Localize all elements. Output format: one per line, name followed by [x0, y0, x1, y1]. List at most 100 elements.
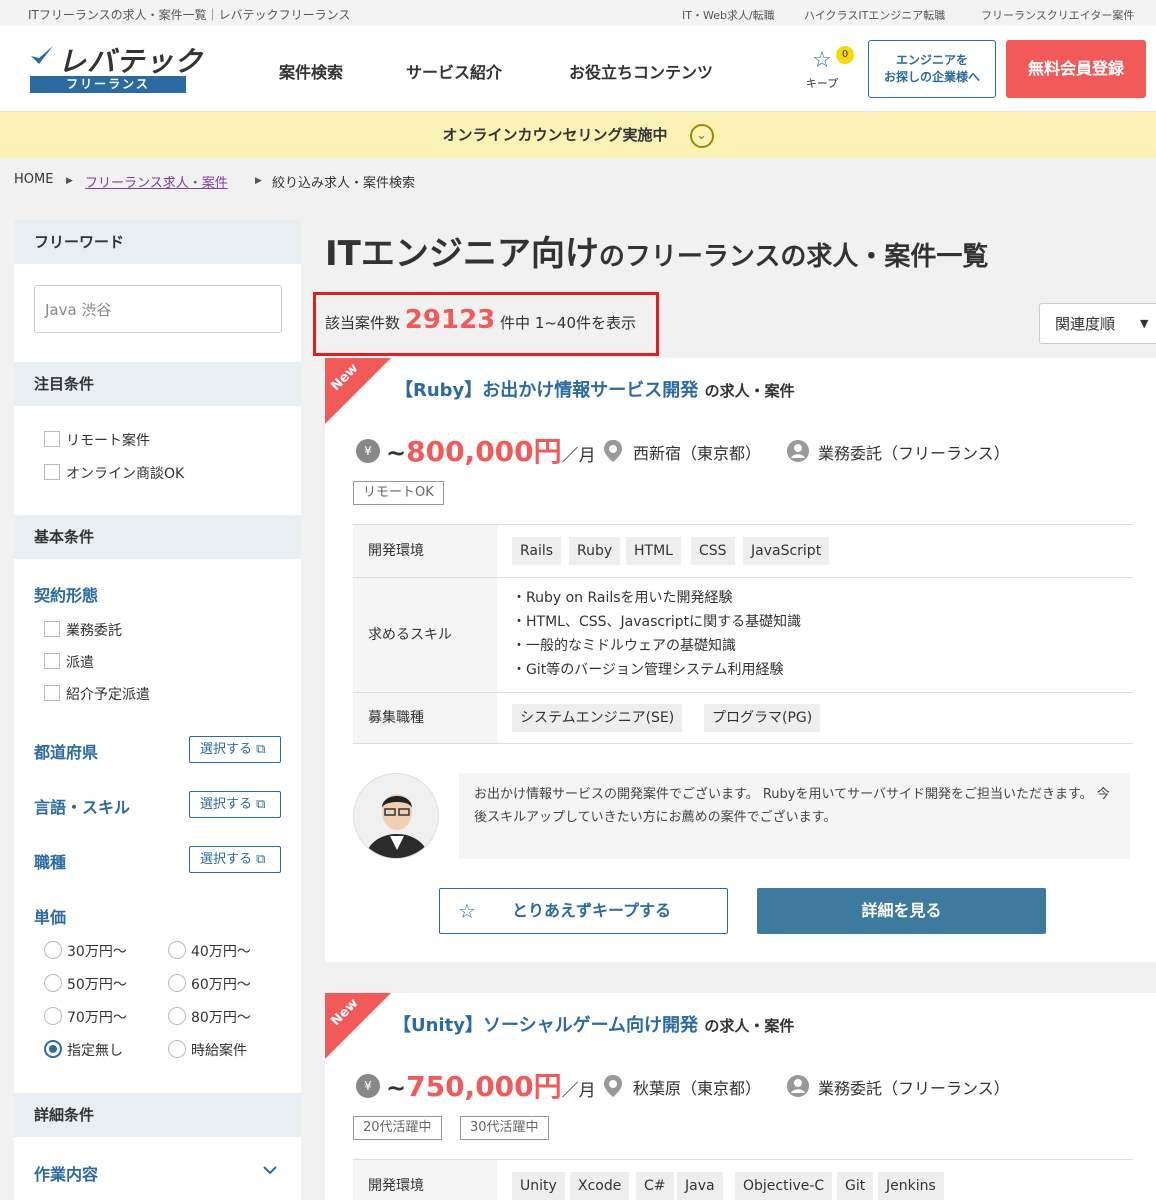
- job-card: New 【Unity】ソーシャルゲーム向け開発 の求人・案件 ¥ ~750,00…: [325, 993, 1156, 1200]
- sort-select[interactable]: 関連度順 ▼: [1039, 303, 1156, 344]
- logo-sub: フリーランス: [30, 76, 186, 93]
- role-chip: プログラマ(PG): [704, 704, 821, 732]
- select-label: 選択する: [200, 852, 253, 867]
- count-prefix: 該当案件数: [325, 314, 401, 332]
- role-label: 募集職種: [353, 693, 497, 743]
- job-location: 西新宿（東京都）: [633, 444, 762, 463]
- chevron-down-icon[interactable]: [262, 1164, 278, 1176]
- breadcrumb-freelance-link[interactable]: フリーランス求人・案件: [85, 176, 228, 191]
- price-tilde: ~: [386, 439, 407, 467]
- price-label-80: 80万円〜: [191, 1010, 251, 1026]
- online-checkbox[interactable]: [44, 464, 60, 480]
- price-radio-40[interactable]: [168, 941, 186, 959]
- job-title-text[interactable]: 【Ruby】お出かけ情報サービス開発: [395, 380, 698, 401]
- yen-icon: ¥: [356, 439, 380, 463]
- env-chip: JavaScript: [743, 537, 830, 565]
- corporate-button[interactable]: エンジニアを お探しの企業様へ: [868, 40, 996, 98]
- link-web-jobs[interactable]: IT・Web求人/転職: [682, 7, 775, 23]
- price-radio-60[interactable]: [168, 974, 186, 992]
- star-icon: ☆: [458, 899, 476, 923]
- job-price: ~800,000円／月: [386, 430, 596, 470]
- freeword-input[interactable]: Java 渋谷: [34, 285, 282, 333]
- env-chip: Ruby: [569, 537, 621, 565]
- price-label-60: 60万円〜: [191, 977, 251, 993]
- env-label: 開発環境: [353, 525, 497, 577]
- env-chip: Jenkins: [878, 1172, 944, 1200]
- job-select-button[interactable]: 選択する ⧉: [189, 846, 281, 873]
- register-button[interactable]: 無料会員登録: [1006, 40, 1146, 98]
- price-label-none: 指定無し: [67, 1043, 123, 1059]
- search-sidebar: フリーワード Java 渋谷 注目条件 リモート案件 オンライン商談OK 基本条…: [14, 220, 301, 1200]
- dispatch-label: 派遣: [66, 655, 94, 671]
- freeword-heading: フリーワード: [14, 220, 301, 264]
- link-creator[interactable]: フリーランスクリエイター案件: [981, 7, 1134, 23]
- intro-dispatch-checkbox[interactable]: [44, 685, 60, 701]
- job-tag: 20代活躍中: [353, 1116, 442, 1140]
- env-chip: Unity: [512, 1172, 565, 1200]
- advisor-comment: お出かけ情報サービスの開発案件でございます。 Rubyを用いてサーバサイド開発を…: [459, 773, 1130, 859]
- job-card: New 【Ruby】お出かけ情報サービス開発 の求人・案件 ¥ ~800,000…: [325, 358, 1156, 962]
- caret-down-icon: ▼: [1140, 317, 1149, 330]
- sort-label: 関連度順: [1055, 315, 1116, 333]
- contract-checkbox[interactable]: [44, 621, 60, 637]
- yen-icon: ¥: [356, 1074, 380, 1098]
- external-icon: ⧉: [256, 797, 266, 812]
- dispatch-checkbox[interactable]: [44, 653, 60, 669]
- job-title[interactable]: 【Ruby】お出かけ情報サービス開発 の求人・案件: [395, 376, 795, 402]
- work-heading: 作業内容: [34, 1165, 99, 1184]
- price-radio-hourly[interactable]: [168, 1040, 186, 1058]
- advisor-photo: [354, 774, 438, 858]
- remote-checkbox[interactable]: [44, 431, 60, 447]
- env-chip: CSS: [691, 537, 735, 565]
- crumb-arrow-icon: ▶: [66, 176, 73, 186]
- external-icon: ⧉: [256, 852, 266, 867]
- skill-select-button[interactable]: 選択する ⧉: [189, 791, 281, 818]
- keep-count-badge: 0: [836, 46, 854, 64]
- corp-line1: エンジニアを: [895, 53, 968, 67]
- skills-label: 求めるスキル: [353, 578, 497, 692]
- pref-select-button[interactable]: 選択する ⧉: [189, 736, 281, 763]
- price-label-40: 40万円〜: [191, 944, 251, 960]
- location-pin-icon: [604, 1075, 622, 1097]
- job-title-text[interactable]: 【Unity】ソーシャルゲーム向け開発: [393, 1015, 698, 1036]
- count-suffix: 件中 1~40件を表示: [500, 314, 637, 332]
- job-contract: 業務委託（フリーランス）: [818, 1079, 1010, 1098]
- price-radio-70[interactable]: [44, 1007, 62, 1025]
- logo-check-icon: [31, 46, 53, 64]
- env-label: 開発環境: [353, 1160, 497, 1200]
- location-pin-icon: [604, 440, 622, 462]
- price-radio-50[interactable]: [44, 974, 62, 992]
- link-highclass[interactable]: ハイクラスITエンジニア転職: [804, 7, 945, 23]
- pref-heading: 都道府県: [34, 743, 99, 762]
- price-radio-none[interactable]: [44, 1040, 62, 1058]
- env-chip: Java: [677, 1172, 723, 1200]
- price-label-70: 70万円〜: [67, 1010, 127, 1026]
- select-label: 選択する: [200, 742, 253, 757]
- breadcrumb-home[interactable]: HOME: [14, 172, 53, 187]
- nav-contents[interactable]: お役立ちコンテンツ: [569, 59, 713, 83]
- price-radio-30[interactable]: [44, 941, 62, 959]
- keep-button[interactable]: ☆ キープ 0: [800, 46, 854, 91]
- chevron-down-icon: ⌄: [689, 123, 714, 148]
- price-radio-80[interactable]: [168, 1007, 186, 1025]
- env-chip: Objective-C: [735, 1172, 833, 1200]
- counseling-banner[interactable]: オンラインカウンセリング実施中 ⌄: [0, 112, 1156, 158]
- detail-button[interactable]: 詳細を見る: [757, 888, 1046, 934]
- logo-text[interactable]: レバテック: [58, 40, 203, 80]
- price-label-hourly: 時給案件: [191, 1043, 247, 1059]
- job-price: ~750,000円／月: [386, 1065, 596, 1105]
- keep-job-button[interactable]: ☆ とりあえずキープする: [439, 888, 728, 934]
- nav-search[interactable]: 案件検索: [279, 59, 343, 83]
- nav-service[interactable]: サービス紹介: [406, 59, 502, 83]
- skill-heading: 言語・スキル: [34, 798, 131, 817]
- featured-heading: 注目条件: [14, 362, 301, 406]
- keep-label: キープ: [805, 77, 839, 90]
- basic-heading: 基本条件: [14, 515, 301, 559]
- crumb-arrow-icon: ▶: [255, 176, 262, 186]
- job-title[interactable]: 【Unity】ソーシャルゲーム向け開発 の求人・案件: [393, 1011, 794, 1037]
- breadcrumb-freelance[interactable]: フリーランス求人・案件: [85, 172, 228, 191]
- env-chip: Git: [837, 1172, 874, 1200]
- banner-text: オンラインカウンセリング実施中: [442, 126, 668, 144]
- count-number: 29123: [404, 305, 496, 335]
- job-contract: 業務委託（フリーランス）: [818, 444, 1010, 463]
